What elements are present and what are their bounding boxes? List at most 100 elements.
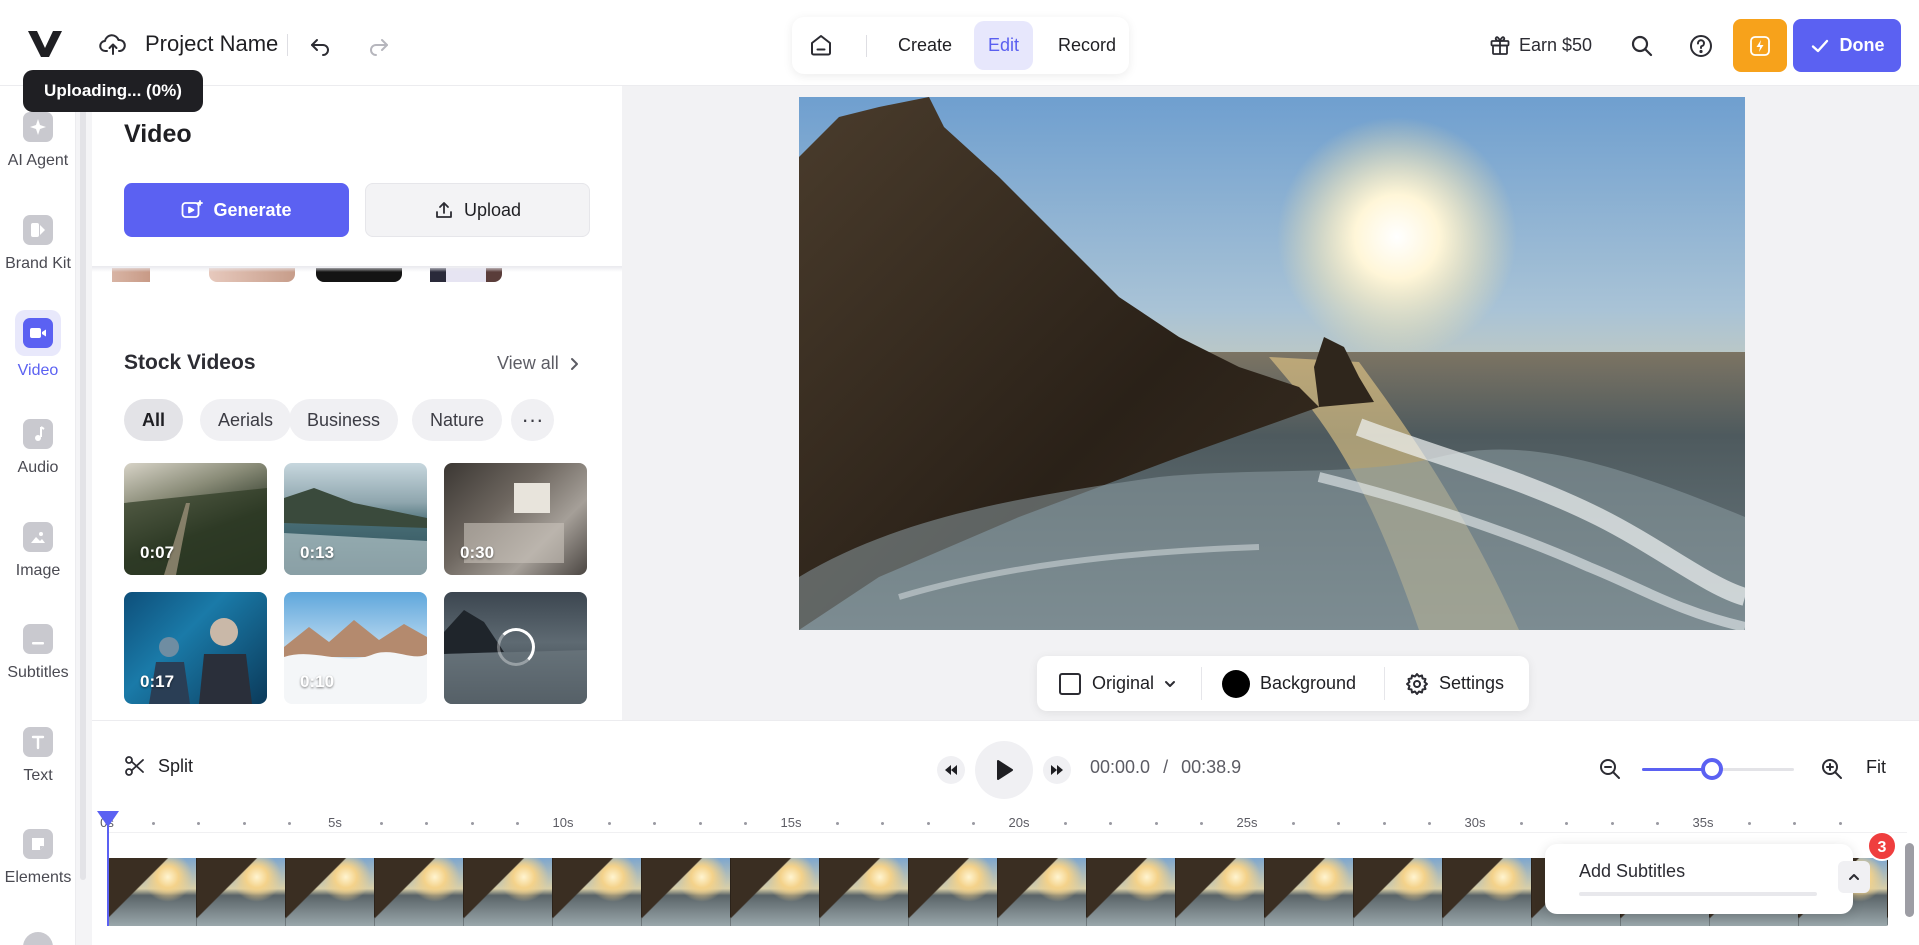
zoom-in-icon[interactable] (1820, 757, 1844, 781)
tab-record[interactable]: Record (1044, 21, 1130, 70)
help-icon[interactable] (1688, 33, 1714, 59)
sidebar-item-label: Elements (4, 869, 72, 886)
search-icon[interactable] (1629, 33, 1655, 59)
ruler-tick-dot (653, 822, 657, 825)
stock-video-thumbnail[interactable]: 0:13 (284, 463, 427, 575)
video-panel: Video Generate Upload Stock Videos View … (92, 86, 622, 720)
current-time: 00:00.0 (1090, 757, 1151, 777)
filter-chip-aerials[interactable]: Aerials (200, 399, 292, 441)
playhead-handle[interactable] (97, 811, 119, 827)
upgrade-button[interactable] (1733, 19, 1787, 72)
sidebar-scrollbar[interactable] (80, 100, 86, 880)
background-button[interactable]: Background (1222, 656, 1356, 711)
fit-button[interactable]: Fit (1866, 757, 1886, 778)
sidebar-item-elements[interactable]: Elements (0, 829, 76, 887)
video-preview[interactable] (799, 97, 1745, 630)
notification-badge: 3 (1867, 831, 1897, 861)
view-all-link[interactable]: View all (497, 353, 579, 374)
video-duration: 0:07 (140, 543, 175, 562)
zoom-out-icon[interactable] (1598, 757, 1622, 781)
timeline-scrollbar[interactable] (1905, 843, 1914, 917)
sidebar-item-text[interactable]: Text (0, 727, 76, 785)
rewind-button[interactable] (937, 756, 965, 784)
ruler-tick-dot (516, 822, 520, 825)
time-ruler[interactable]: 0s5s10s15s20s25s30s35s (100, 809, 1907, 833)
generate-button[interactable]: Generate (124, 183, 349, 237)
ruler-tick-dot (926, 822, 930, 825)
sidebar-item-brand-kit[interactable]: Brand Kit (0, 215, 76, 273)
loading-spinner-icon (497, 628, 535, 666)
image-icon (23, 522, 53, 552)
stock-video-thumbnail[interactable]: 0:07 (124, 463, 267, 575)
settings-label: Settings (1439, 673, 1505, 693)
ruler-tick-dot (698, 822, 702, 825)
text-icon (23, 727, 53, 757)
subtitles-icon (23, 624, 53, 654)
more-icon: ··· (521, 407, 544, 432)
undo-icon[interactable] (308, 33, 332, 57)
play-button[interactable] (975, 741, 1033, 799)
split-button[interactable]: Split (124, 755, 193, 777)
aspect-ratio-dropdown[interactable]: Original (1058, 656, 1176, 711)
more-filters-button[interactable]: ··· (511, 399, 554, 441)
stock-video-thumbnail[interactable]: 0:30 (444, 463, 587, 575)
logo-icon[interactable] (26, 28, 64, 60)
ruler-tick-dot (1337, 822, 1341, 825)
done-button[interactable]: Done (1793, 19, 1901, 72)
video-duration: 0:10 (300, 672, 335, 691)
collapse-subtitles-button[interactable] (1838, 861, 1870, 893)
video-duration: 0:13 (300, 543, 335, 562)
ruler-tick-label: 10s (552, 815, 574, 830)
mode-switcher: Create Edit Record (792, 17, 1129, 74)
cloud-upload-icon[interactable] (99, 32, 127, 58)
video-icon (23, 318, 53, 348)
sidebar-item-more[interactable] (0, 932, 76, 945)
sidebar-item-label: Brand Kit (5, 255, 71, 272)
clip-frame-thumbnail (553, 858, 642, 926)
aspect-ratio-label: Original (1092, 673, 1155, 693)
earn-button[interactable]: Earn $50 (1489, 33, 1592, 57)
filter-chip-business[interactable]: Business (289, 399, 399, 441)
sidebar-item-ai-agent[interactable]: AI Agent (0, 112, 76, 170)
sparkle-icon (23, 112, 53, 142)
upload-icon (436, 202, 452, 218)
settings-button[interactable]: Settings (1405, 656, 1504, 711)
play-icon (997, 760, 1013, 780)
ruler-tick-dot (1109, 822, 1113, 825)
ruler-tick-label: 30s (1464, 815, 1486, 830)
clip-frame-thumbnail (642, 858, 731, 926)
ruler-tick-label: 20s (1008, 815, 1030, 830)
mode-divider (866, 35, 867, 57)
more-tools-icon (23, 932, 53, 945)
stock-video-thumbnail[interactable] (444, 592, 587, 704)
subtitles-progress-bar (1579, 892, 1817, 896)
sidebar-item-video[interactable]: Video (0, 310, 76, 380)
filter-chip-nature[interactable]: Nature (412, 399, 503, 441)
scissors-icon (125, 756, 144, 776)
add-subtitles-card[interactable]: Add Subtitles (1545, 844, 1870, 914)
time-separator: / (1163, 757, 1169, 777)
chevron-down-icon (1165, 680, 1176, 687)
sidebar-item-audio[interactable]: Audio (0, 419, 76, 477)
time-display: 00:00.0 / 00:38.9 (1090, 757, 1241, 778)
ruler-tick-dot (1200, 822, 1204, 825)
left-rail: AI Agent Brand Kit Video Audio Image Sub… (0, 86, 76, 945)
upload-button[interactable]: Upload (365, 183, 590, 237)
stock-video-thumbnail[interactable]: 0:17 (124, 592, 267, 704)
fast-forward-button[interactable] (1043, 756, 1071, 784)
home-icon[interactable] (807, 31, 835, 59)
tab-create[interactable]: Create (884, 21, 966, 70)
project-name[interactable]: Project Name (145, 31, 278, 57)
zoom-slider-handle[interactable] (1700, 758, 1723, 780)
stock-video-thumbnail[interactable]: 0:10 (284, 592, 427, 704)
ruler-tick-dot (1656, 822, 1660, 825)
redo-icon[interactable] (367, 33, 391, 57)
tab-edit[interactable]: Edit (974, 21, 1034, 70)
sidebar-item-label: Text (23, 767, 53, 784)
toolbar-divider (1201, 667, 1202, 700)
sidebar-item-image[interactable]: Image (0, 522, 76, 580)
sidebar-item-label: Audio (17, 459, 59, 476)
filter-chip-all[interactable]: All (124, 399, 184, 441)
sidebar-item-subtitles[interactable]: Subtitles (0, 624, 76, 682)
ruler-tick-dot (425, 822, 429, 825)
